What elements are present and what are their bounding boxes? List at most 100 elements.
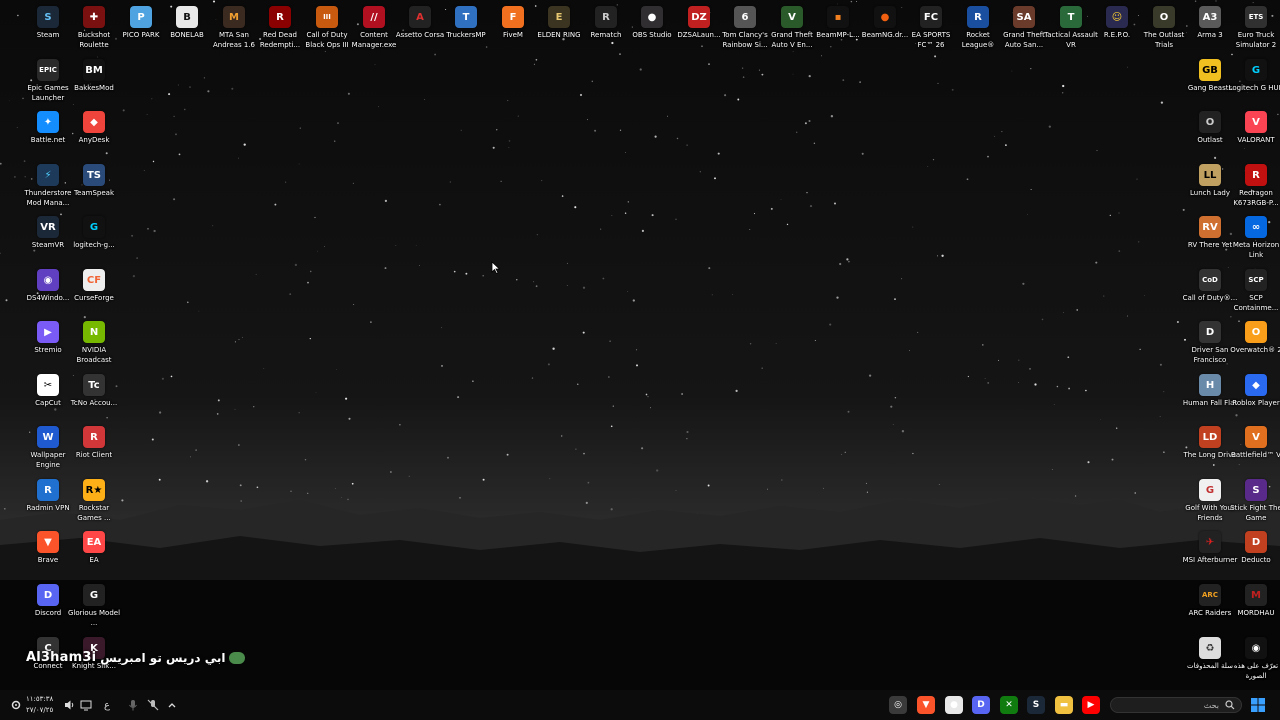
desktop-shortcut[interactable]: ∞ Meta Horizon Link bbox=[1233, 214, 1279, 264]
desktop-shortcut[interactable]: M MTA San Andreas 1.6 bbox=[211, 4, 257, 54]
desktop-shortcut[interactable]: ◉ DS4Windo... bbox=[25, 267, 71, 317]
desktop-shortcut[interactable]: P PICO PARK bbox=[118, 4, 164, 54]
desktop-shortcut[interactable]: III Call of Duty Black Ops III bbox=[304, 4, 350, 54]
desktop-shortcut[interactable]: G Logitech G HUB bbox=[1229, 57, 1280, 107]
desktop-shortcut[interactable]: RV RV There Yet bbox=[1187, 214, 1233, 264]
volume-icon[interactable] bbox=[64, 695, 76, 715]
desktop-shortcut[interactable]: G Glorious Model ... bbox=[68, 582, 120, 632]
desktop-shortcut[interactable]: EA EA bbox=[71, 529, 117, 579]
desktop-shortcut[interactable]: Glogitech-g... bbox=[71, 214, 117, 264]
desktop-shortcut[interactable]: R Red Dead Redempti... bbox=[257, 4, 303, 54]
desktop-shortcut[interactable]: T TruckersMP bbox=[443, 4, 489, 54]
desktop-shortcut[interactable]: A3 Arma 3 bbox=[1187, 4, 1233, 54]
desktop-shortcut[interactable]: R Radmin VPN bbox=[25, 477, 71, 527]
desktop-shortcut-label: Meta Horizon Link bbox=[1232, 241, 1280, 259]
desktop-shortcut[interactable]: O Outlast bbox=[1187, 109, 1233, 159]
desktop-shortcut[interactable]: LL Lunch Lady bbox=[1187, 162, 1233, 212]
desktop-shortcut[interactable]: B BONELAB bbox=[164, 4, 210, 54]
chevron-up-icon[interactable] bbox=[167, 695, 177, 715]
desktop-shortcut[interactable]: DZ DZSALaun... bbox=[676, 4, 722, 54]
xbox-icon[interactable]: ✕ bbox=[1000, 695, 1018, 715]
desktop-shortcut[interactable]: SA Grand Theft Auto San... bbox=[1001, 4, 1047, 54]
desktop-shortcut[interactable]: SCP SCP Containme... bbox=[1233, 267, 1279, 317]
display-icon[interactable] bbox=[80, 695, 92, 715]
desktop-shortcut[interactable]: S Steam bbox=[25, 4, 71, 54]
desktop-shortcut[interactable]: LD The Long Drive bbox=[1183, 424, 1237, 474]
ea-fc-icon: FC bbox=[920, 6, 942, 28]
desktop-shortcut[interactable]: R Rematch bbox=[583, 4, 629, 54]
taskbar-clock[interactable]: ١١:٥٣:٣٨ ٢٧/٠٧/٢٥ bbox=[26, 694, 53, 716]
desktop-shortcut[interactable]: BM BakkesMod bbox=[71, 57, 117, 107]
desktop-shortcut[interactable]: S Stick Fight The Game bbox=[1230, 477, 1280, 527]
brave-taskbar-icon[interactable]: ▼ bbox=[917, 695, 935, 715]
learn-about-picture-icon: ◉ bbox=[1245, 637, 1267, 659]
desktop-shortcut[interactable]: ▶ Stremio bbox=[25, 319, 71, 369]
desktop-shortcut[interactable]: CoD Call of Duty®... bbox=[1183, 267, 1237, 317]
desktop-shortcut[interactable]: V Battlefield™ V bbox=[1231, 424, 1280, 474]
desktop-shortcut[interactable]: ETS Euro Truck Simulator 2 bbox=[1233, 4, 1279, 54]
desktop-shortcut-label: VALORANT bbox=[1237, 136, 1275, 144]
desktop-shortcut[interactable]: R Redragon K673RGB-P... bbox=[1233, 162, 1279, 212]
desktop-shortcut[interactable]: ● BeamNG.dr... bbox=[862, 4, 908, 54]
desktop-shortcut[interactable]: W Wallpaper Engine bbox=[25, 424, 71, 474]
taskbar-search-box[interactable]: بحث bbox=[1110, 697, 1242, 713]
youtube-icon[interactable]: ▶ bbox=[1082, 695, 1100, 715]
desktop-shortcut-label: SCP Containme... bbox=[1233, 294, 1279, 312]
desktop-shortcut[interactable]: H Human Fall Flat bbox=[1183, 372, 1237, 422]
desktop-shortcut[interactable]: D Deducto bbox=[1233, 529, 1279, 579]
desktop-shortcut[interactable]: ✈ MSI Afterburner bbox=[1183, 529, 1237, 579]
desktop-shortcut[interactable]: D Driver San Francisco bbox=[1187, 319, 1233, 369]
desktop-shortcut[interactable]: R Rocket League® bbox=[955, 4, 1001, 54]
desktop-shortcut[interactable]: O Overwatch® 2 bbox=[1230, 319, 1280, 369]
file-explorer-icon[interactable]: ▬ bbox=[1055, 695, 1073, 715]
desktop-shortcut[interactable]: G Golf With Your Friends bbox=[1185, 477, 1235, 527]
desktop-shortcut[interactable]: ◆ Roblox Player bbox=[1232, 372, 1280, 422]
desktop-shortcut[interactable]: N NVIDIA Broadcast bbox=[71, 319, 117, 369]
desktop-shortcut[interactable]: V VALORANT bbox=[1233, 109, 1279, 159]
settings-icon[interactable] bbox=[10, 695, 22, 715]
desktop-shortcut[interactable]: GB Gang Beasts bbox=[1187, 57, 1233, 107]
chrome-icon[interactable]: ● bbox=[945, 695, 963, 715]
mic-icon[interactable] bbox=[128, 695, 138, 715]
desktop-area[interactable]: S Steam ✚ Buckshot Roulette P PICO PARK B BONEL… bbox=[0, 0, 1280, 690]
desktop-shortcut[interactable]: ◆ AnyDesk bbox=[71, 109, 117, 159]
desktop-shortcut[interactable]: TS TeamSpeak bbox=[71, 162, 117, 212]
clock-time: ١١:٥٣:٣٨ bbox=[26, 695, 54, 703]
desktop-shortcut[interactable]: M MORDHAU bbox=[1233, 582, 1279, 632]
desktop-shortcut[interactable]: T Tactical Assault VR bbox=[1044, 4, 1098, 54]
desktop-shortcut[interactable]: V Grand Theft Auto V En... bbox=[769, 4, 815, 54]
desktop-shortcut[interactable]: ▼ Brave bbox=[25, 529, 71, 579]
mic-muted-icon[interactable] bbox=[147, 695, 159, 715]
desktop-shortcut[interactable]: Tc TcNo Accou... bbox=[71, 372, 117, 422]
desktop-shortcut[interactable]: CF CurseForge bbox=[71, 267, 117, 317]
desktop-shortcut[interactable]: EPIC Epic Games Launcher bbox=[25, 57, 71, 107]
desktop-shortcut[interactable]: ♻ سلة المحذوفات bbox=[1187, 635, 1233, 685]
windows-start-icon[interactable] bbox=[1250, 695, 1266, 715]
desktop-shortcut[interactable]: ◉ تعرّف على هذه الصورة bbox=[1233, 635, 1279, 685]
desktop-shortcut[interactable]: ARC ARC Raiders bbox=[1187, 582, 1233, 632]
desktop-shortcut[interactable]: FC EA SPORTS FC™ 26 bbox=[908, 4, 954, 54]
desktop-shortcut[interactable]: A Assetto Corsa bbox=[396, 4, 444, 54]
desktop-shortcut[interactable]: 6 Tom Clancy's Rainbow Si... bbox=[722, 4, 768, 54]
bonelab-icon: B bbox=[176, 6, 198, 28]
steam-taskbar-icon[interactable]: S bbox=[1027, 695, 1045, 715]
desktop-shortcut[interactable]: ✚ Buckshot Roulette bbox=[71, 4, 117, 54]
mod-app-icon[interactable]: ◎ bbox=[889, 695, 907, 715]
discord-taskbar-icon[interactable]: D bbox=[972, 695, 990, 715]
desktop-shortcut[interactable]: ✂ CapCut bbox=[25, 372, 71, 422]
desktop-shortcut[interactable]: D Discord bbox=[25, 582, 71, 632]
desktop-shortcut[interactable]: E ELDEN RING bbox=[536, 4, 582, 54]
desktop-shortcut[interactable]: O The Outlast Trials bbox=[1141, 4, 1187, 54]
desktop-shortcut[interactable]: VR SteamVR bbox=[25, 214, 71, 264]
desktop-shortcut[interactable]: ● OBS Studio bbox=[629, 4, 675, 54]
desktop-shortcut[interactable]: ☺ R.E.P.O. bbox=[1094, 4, 1140, 54]
language-indicator[interactable]: ع bbox=[104, 695, 110, 715]
desktop-shortcut[interactable]: //Content Manager.exe bbox=[351, 4, 397, 54]
desktop-shortcut[interactable]: R Riot Client bbox=[71, 424, 117, 474]
desktop-shortcut[interactable]: F FiveM bbox=[490, 4, 536, 54]
desktop-shortcut[interactable]: ⚡ Thunderstore Mod Mana... bbox=[25, 162, 71, 212]
logitech-g-hub-icon: G bbox=[1245, 59, 1267, 81]
desktop-shortcut[interactable]: R★ Rockstar Games ... bbox=[71, 477, 117, 527]
desktop-shortcut[interactable]: ✦ Battle.net bbox=[25, 109, 71, 159]
desktop-shortcut[interactable]: ▪ BeamMP-L... bbox=[815, 4, 861, 54]
